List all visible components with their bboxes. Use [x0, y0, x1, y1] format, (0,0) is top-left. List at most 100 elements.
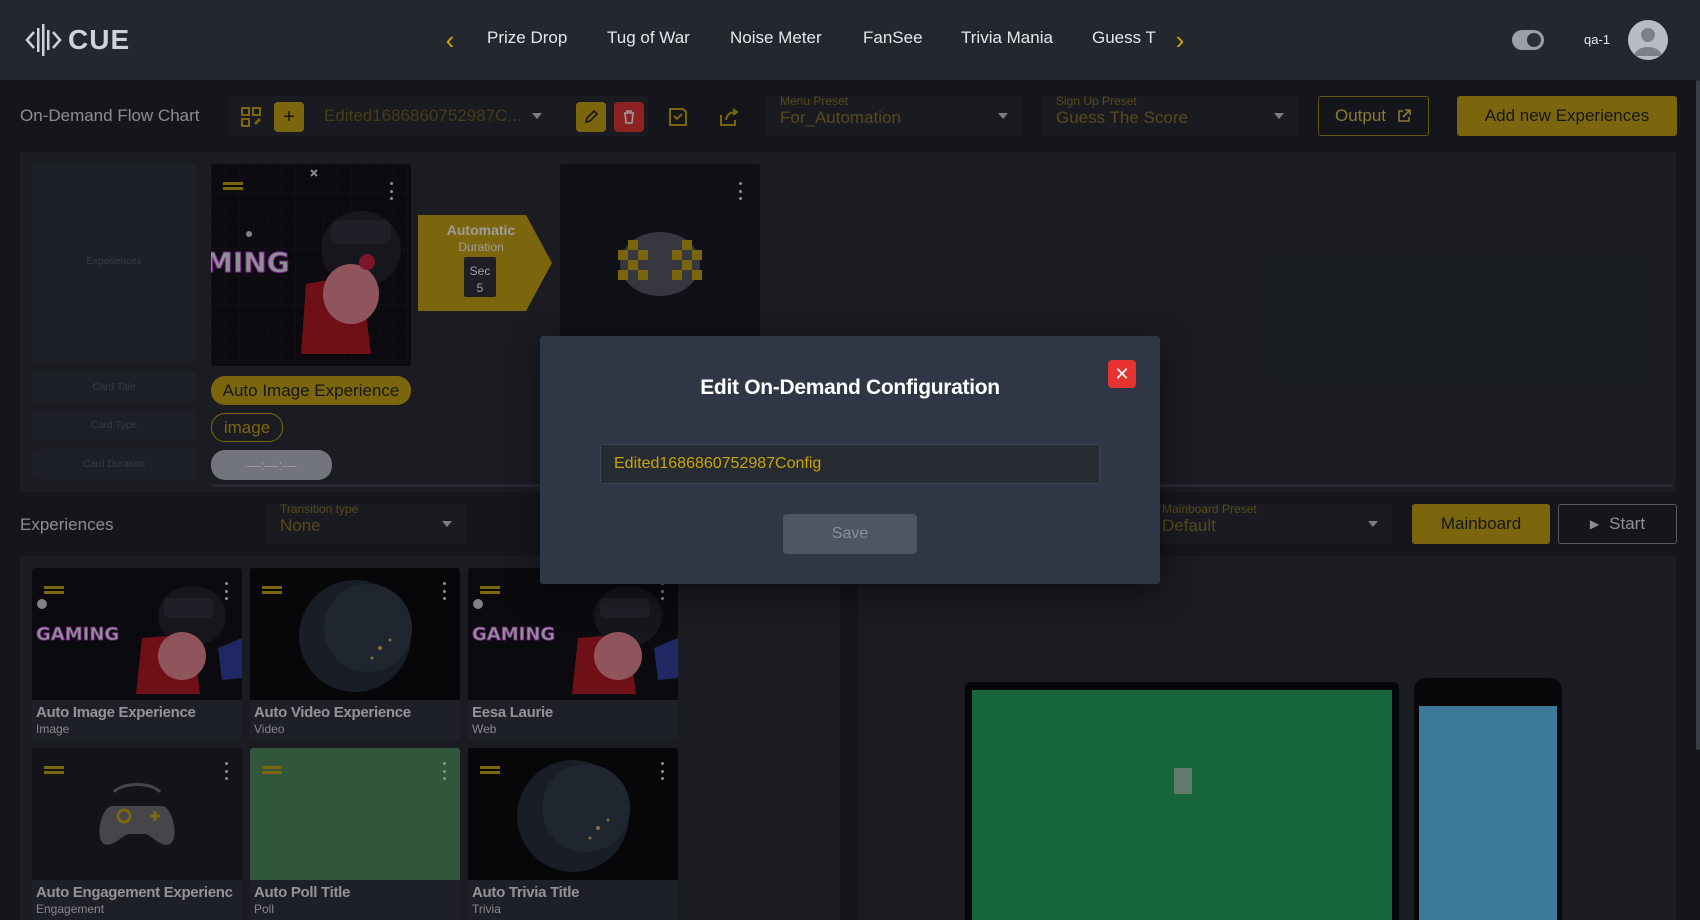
- add-new-experiences-button[interactable]: Add new Experiences: [1457, 96, 1677, 136]
- modal-title: Edit On-Demand Configuration: [700, 376, 1000, 399]
- transition-type-label: Transition type: [280, 502, 359, 516]
- menu-preset-value: For_Automation: [780, 108, 901, 127]
- placeholder-card-duration: Card Duration: [32, 449, 196, 479]
- drag-handle-icon[interactable]: [262, 766, 282, 774]
- start-label: Start: [1609, 514, 1646, 533]
- transition-type-select[interactable]: Transition type None: [266, 502, 466, 544]
- transition-mode: Automatic: [446, 222, 516, 238]
- svg-text:MING: MING: [211, 246, 290, 279]
- edit-config-button[interactable]: [576, 102, 606, 132]
- nav-item-noise-meter[interactable]: Noise Meter: [730, 28, 822, 52]
- share-config-button[interactable]: [714, 102, 744, 132]
- more-options-icon[interactable]: [224, 762, 228, 780]
- nav-item-trivia-mania[interactable]: Trivia Mania: [961, 28, 1053, 52]
- share-icon: [720, 108, 739, 126]
- modal-save-button[interactable]: Save: [783, 514, 917, 554]
- mainboard-preset-label: Mainboard Preset: [1162, 502, 1257, 516]
- avatar[interactable]: [1628, 20, 1668, 60]
- flow-chart-title: On-Demand Flow Chart: [20, 106, 200, 125]
- delete-config-button[interactable]: [614, 102, 644, 132]
- drag-handle-icon[interactable]: [480, 586, 500, 594]
- more-options-icon[interactable]: [738, 182, 742, 200]
- chevron-down-icon: [998, 113, 1008, 119]
- output-button[interactable]: Output: [1318, 96, 1429, 136]
- svg-text:GAMING: GAMING: [36, 624, 119, 645]
- svg-text:GAMING: GAMING: [472, 624, 555, 645]
- menu-preset-label: Menu Preset: [780, 94, 849, 108]
- start-button[interactable]: ▶ Start: [1558, 504, 1677, 544]
- play-icon: ▶: [1589, 517, 1600, 531]
- placeholder-card: Experiences: [32, 164, 196, 362]
- save-config-button[interactable]: [663, 102, 693, 132]
- page-vertical-scrollbar[interactable]: [1696, 80, 1700, 750]
- experience-card[interactable]: Auto Video Experience Video: [250, 568, 460, 740]
- transition-seconds: 5: [476, 281, 484, 295]
- config-name-input[interactable]: Edited1686860752987Config: [600, 444, 1100, 484]
- experience-title: Auto Poll Title: [254, 884, 351, 901]
- more-options-icon[interactable]: [389, 182, 393, 200]
- more-options-icon[interactable]: [442, 762, 446, 780]
- placeholder-card-type: Card Type: [32, 410, 196, 440]
- flow-card-thumbnail[interactable]: MING: [211, 164, 411, 366]
- experience-card[interactable]: GAMING Auto Image Experience Image: [32, 568, 242, 740]
- trash-icon: [624, 110, 634, 124]
- transition-unit: Sec: [469, 264, 491, 278]
- placeholder-experiences-label: Experiences: [86, 256, 142, 267]
- external-link-icon: [1398, 109, 1411, 122]
- flow-card-duration-chip: —:—:—: [211, 450, 332, 480]
- close-icon: ✕: [1114, 363, 1130, 384]
- nav-prev-chevron-left-icon[interactable]: ‹: [440, 26, 460, 54]
- experience-card[interactable]: Auto Poll Title Poll: [250, 748, 460, 920]
- grid-view-button[interactable]: [236, 102, 266, 132]
- mainboard-preset-select[interactable]: Mainboard Preset Default: [1148, 502, 1392, 544]
- output-label: Output: [1334, 106, 1387, 125]
- flow-card-title-chip: Auto Image Experience: [211, 376, 411, 405]
- app-logo[interactable]: CUE: [24, 20, 134, 60]
- drag-handle-icon[interactable]: [480, 766, 500, 774]
- chevron-down-icon: [1274, 113, 1284, 119]
- mainboard-button[interactable]: Mainboard: [1412, 504, 1550, 544]
- signup-preset-value: Guess The Score: [1056, 108, 1188, 127]
- mainboard-screen: [972, 690, 1392, 920]
- nav-item-prize-drop[interactable]: Prize Drop: [487, 28, 567, 52]
- placeholder-card-title: Card Title: [32, 372, 196, 402]
- drag-handle-icon[interactable]: [223, 182, 243, 190]
- more-options-icon[interactable]: [224, 582, 228, 600]
- nav-item-tug-of-war[interactable]: Tug of War: [607, 28, 690, 52]
- username: qa-1: [1584, 32, 1611, 47]
- signup-preset-select[interactable]: Sign Up Preset Guess The Score: [1042, 94, 1298, 136]
- drag-handle-icon[interactable]: [262, 586, 282, 594]
- more-options-icon[interactable]: [660, 762, 664, 780]
- mobile-screen: [1419, 706, 1557, 920]
- config-select[interactable]: Edited1686860752987C...: [312, 100, 556, 132]
- add-config-button[interactable]: +: [274, 102, 304, 132]
- experience-card[interactable]: GAMING Eesa Laurie Web: [468, 568, 678, 740]
- config-select-value: Edited1686860752987C...: [324, 106, 522, 125]
- experience-type: Video: [254, 722, 285, 736]
- experience-card[interactable]: Auto Trivia Title Trivia: [468, 748, 678, 920]
- nav-next-chevron-right-icon[interactable]: ›: [1170, 26, 1190, 54]
- more-options-icon[interactable]: [442, 582, 446, 600]
- modal-close-button[interactable]: ✕: [1108, 360, 1136, 388]
- experience-card[interactable]: Auto Engagement Experienc Engagement: [32, 748, 242, 920]
- user-avatar-icon: [1634, 28, 1662, 56]
- drag-handle-icon[interactable]: [44, 586, 64, 594]
- nav-item-fansee[interactable]: FanSee: [863, 28, 923, 52]
- signup-preset-label: Sign Up Preset: [1056, 94, 1137, 108]
- edit-config-modal: Edit On-Demand Configuration ✕ Edited168…: [540, 336, 1160, 584]
- nav-item-guess-the-score[interactable]: Guess T: [1092, 28, 1156, 52]
- drag-handle-icon[interactable]: [44, 766, 64, 774]
- flow-card-race[interactable]: [560, 164, 760, 344]
- menu-preset-select[interactable]: Menu Preset For_Automation: [766, 94, 1022, 136]
- theme-toggle[interactable]: [1512, 30, 1544, 50]
- chevron-down-icon: [442, 521, 452, 527]
- experiences-title: Experiences: [20, 515, 114, 534]
- experience-type: Poll: [254, 902, 275, 916]
- plus-icon: +: [283, 105, 295, 128]
- mainboard-preset-value: Default: [1162, 516, 1216, 535]
- more-options-icon[interactable]: [660, 582, 664, 600]
- cue-logo-icon: [25, 24, 62, 56]
- experience-title: Auto Trivia Title: [472, 884, 580, 901]
- transition-duration-label: Duration: [458, 240, 504, 254]
- checkered-flag-icon: [618, 232, 702, 296]
